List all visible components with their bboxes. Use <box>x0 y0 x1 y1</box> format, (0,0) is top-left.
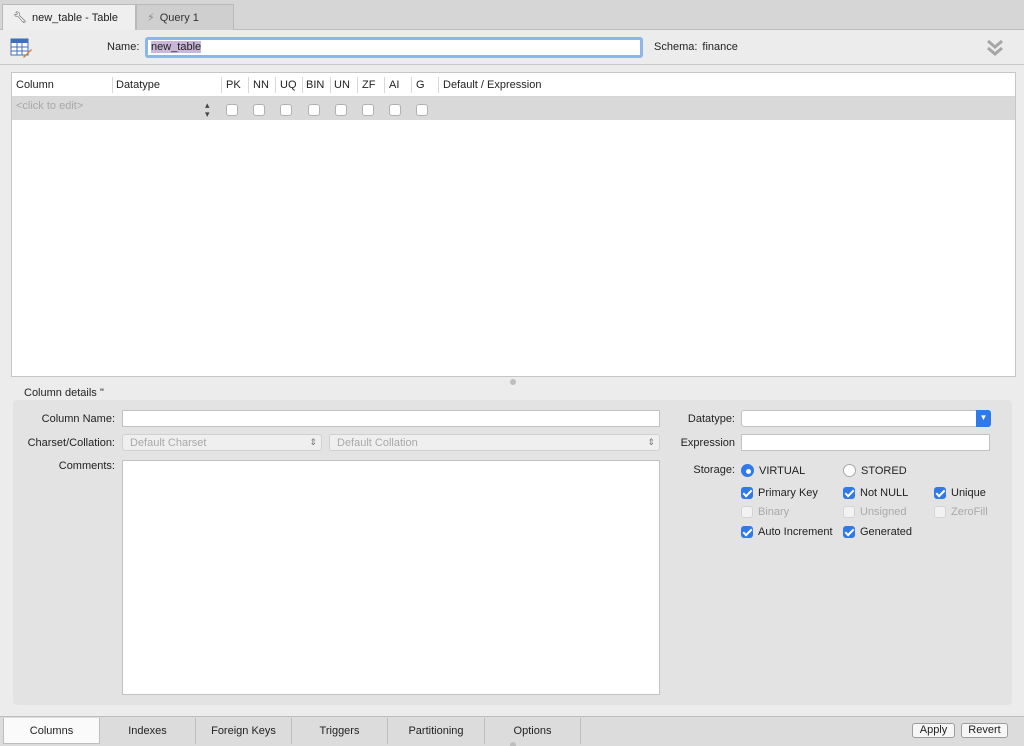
col-separator <box>438 77 439 93</box>
lightning-icon: ⚡︎ <box>147 12 155 24</box>
tab-options[interactable]: Options <box>485 718 581 744</box>
grid-header: Column Datatype PK NN UQ BIN UN ZF AI G … <box>12 73 1015 97</box>
generated-checkbox[interactable]: Generated <box>843 526 912 538</box>
un-checkbox[interactable] <box>335 104 347 116</box>
splitter-handle[interactable] <box>510 742 516 746</box>
checkbox-disabled-icon <box>843 506 855 518</box>
checkbox-checked-icon <box>843 526 855 538</box>
g-checkbox[interactable] <box>416 104 428 116</box>
table-edit-icon <box>10 38 32 58</box>
pk-checkbox[interactable] <box>226 104 238 116</box>
columns-grid[interactable]: Column Datatype PK NN UQ BIN UN ZF AI G … <box>11 72 1016 377</box>
wrench-icon: 🔧︎ <box>13 12 27 24</box>
col-separator <box>357 77 358 93</box>
table-row[interactable]: <click to edit> ▴ ▾ <box>12 97 1015 120</box>
col-separator <box>275 77 276 93</box>
name-label: Name: <box>107 41 140 53</box>
uq-checkbox[interactable] <box>280 104 292 116</box>
col-separator <box>112 77 113 93</box>
apply-button[interactable]: Apply <box>912 723 955 738</box>
schema-value: finance <box>702 41 738 53</box>
col-header-un[interactable]: UN <box>334 79 350 91</box>
collapse-chevron-icon[interactable] <box>985 38 1005 58</box>
ai-checkbox[interactable] <box>389 104 401 116</box>
checkbox-checked-icon <box>934 487 946 499</box>
col-separator <box>384 77 385 93</box>
comments-label: Comments: <box>58 460 115 472</box>
column-details-title: Column details '' <box>24 387 105 399</box>
col-header-pk[interactable]: PK <box>226 79 241 91</box>
primary-key-checkbox[interactable]: Primary Key <box>741 487 818 499</box>
column-name-label: Column Name: <box>41 413 115 425</box>
storage-stored-radio[interactable]: STORED <box>843 464 907 477</box>
comments-textarea[interactable] <box>122 460 660 695</box>
col-separator <box>221 77 222 93</box>
updown-arrow-icon: ⇕ <box>309 437 317 447</box>
charset-select[interactable]: Default Charset ⇕ <box>122 434 322 451</box>
auto-increment-checkbox[interactable]: Auto Increment <box>741 526 833 538</box>
binary-checkbox: Binary <box>741 506 789 518</box>
column-name-input[interactable] <box>122 410 660 427</box>
col-header-g[interactable]: G <box>416 79 425 91</box>
radio-selected-icon <box>741 464 754 477</box>
checkbox-checked-icon <box>843 487 855 499</box>
col-separator <box>411 77 412 93</box>
document-tab-bar: 🔧︎ new_table - Table ⚡︎ Query 1 <box>0 0 1024 30</box>
datatype-select[interactable]: ▼ <box>741 410 991 427</box>
unsigned-checkbox: Unsigned <box>843 506 906 518</box>
tab-triggers[interactable]: Triggers <box>292 718 388 744</box>
checkbox-disabled-icon <box>741 506 753 518</box>
tab-partitioning[interactable]: Partitioning <box>388 718 485 744</box>
col-header-datatype[interactable]: Datatype <box>116 79 160 91</box>
chevron-down-icon: ▼ <box>976 410 991 427</box>
revert-button[interactable]: Revert <box>961 723 1008 738</box>
nn-checkbox[interactable] <box>253 104 265 116</box>
tab-query-1[interactable]: ⚡︎ Query 1 <box>136 4 234 30</box>
col-separator <box>302 77 303 93</box>
tab-label: new_table - Table <box>31 11 118 24</box>
zf-checkbox[interactable] <box>362 104 374 116</box>
table-name-value: new_table <box>151 41 202 53</box>
datatype-stepper-icon[interactable]: ▴ ▾ <box>205 101 210 119</box>
checkbox-checked-icon <box>741 526 753 538</box>
bin-checkbox[interactable] <box>308 104 320 116</box>
updown-arrow-icon: ⇕ <box>647 437 655 447</box>
col-separator <box>248 77 249 93</box>
datatype-label: Datatype: <box>687 413 735 425</box>
click-to-edit-placeholder[interactable]: <click to edit> <box>16 100 83 112</box>
schema-label: Schema: finance <box>654 41 738 53</box>
tab-label: Query 1 <box>159 11 199 24</box>
radio-icon <box>843 464 856 477</box>
storage-label: Storage: <box>693 464 735 476</box>
col-header-column[interactable]: Column <box>16 79 54 91</box>
col-header-nn[interactable]: NN <box>253 79 269 91</box>
col-header-default-expression[interactable]: Default / Expression <box>443 79 541 91</box>
collation-select[interactable]: Default Collation ⇕ <box>329 434 660 451</box>
storage-virtual-radio[interactable]: VIRTUAL <box>741 464 805 477</box>
table-header: Name: new_table Schema: finance <box>0 31 1024 65</box>
col-header-ai[interactable]: AI <box>389 79 399 91</box>
col-header-bin[interactable]: BIN <box>306 79 324 91</box>
tab-foreign-keys[interactable]: Foreign Keys <box>196 718 292 744</box>
tab-columns[interactable]: Columns <box>3 718 100 744</box>
expression-input[interactable] <box>741 434 990 451</box>
checkbox-disabled-icon <box>934 506 946 518</box>
tab-new-table[interactable]: 🔧︎ new_table - Table <box>2 4 136 30</box>
col-header-zf[interactable]: ZF <box>362 79 375 91</box>
expression-label: Expression <box>680 437 735 449</box>
splitter-handle[interactable] <box>510 379 516 385</box>
not-null-checkbox[interactable]: Not NULL <box>843 487 908 499</box>
checkbox-checked-icon <box>741 487 753 499</box>
col-header-uq[interactable]: UQ <box>280 79 297 91</box>
col-separator <box>330 77 331 93</box>
tab-indexes[interactable]: Indexes <box>100 718 196 744</box>
charset-collation-label: Charset/Collation: <box>27 437 115 449</box>
unique-checkbox[interactable]: Unique <box>934 487 986 499</box>
zerofill-checkbox: ZeroFill <box>934 506 988 518</box>
table-name-input[interactable]: new_table <box>145 37 643 58</box>
